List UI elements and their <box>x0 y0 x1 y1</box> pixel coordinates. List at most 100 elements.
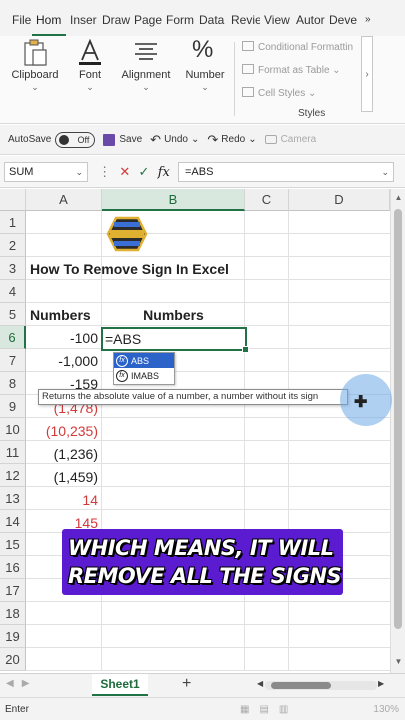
scroll-left-icon[interactable]: ◀ <box>257 679 263 688</box>
row-header-12[interactable]: 12 <box>0 464 26 487</box>
caption-line-2: REMOVE ALL THE SIGNS <box>68 564 342 588</box>
scroll-right-icon[interactable]: ▶ <box>378 679 384 688</box>
row-header-18[interactable]: 18 <box>0 602 26 625</box>
font-group[interactable]: Font ⌄ <box>66 36 114 124</box>
row-header-15[interactable]: 15 <box>0 533 26 556</box>
tab-formulas[interactable]: Form <box>162 0 195 36</box>
header-cell-a[interactable]: Numbers <box>30 304 100 327</box>
cell-styles-button[interactable]: Cell Styles ⌄ <box>242 87 316 99</box>
row-header-14[interactable]: 14 <box>0 510 26 533</box>
row-header-2[interactable]: 2 <box>0 234 26 257</box>
cell-a11[interactable]: (1,236) <box>26 443 101 466</box>
grid-line <box>26 233 390 234</box>
tab-developer[interactable]: Deve <box>325 0 361 36</box>
column-header-c[interactable]: C <box>245 189 289 211</box>
column-header-d[interactable]: D <box>289 189 390 211</box>
cell-a12[interactable]: (1,459) <box>26 466 101 489</box>
confirm-icon[interactable]: ✓ <box>139 164 150 180</box>
chevron-down-icon[interactable]: ⌄ <box>381 163 389 181</box>
name-box[interactable]: SUM ⌄ <box>4 162 88 182</box>
chevron-down-icon[interactable]: ⌄ <box>75 163 83 181</box>
cell-a7[interactable]: -1,000 <box>26 350 101 373</box>
autocomplete-item-abs[interactable]: fx ABS <box>114 353 174 368</box>
camera-button[interactable]: Camera <box>264 134 316 145</box>
sheet-tab-sheet1[interactable]: Sheet1 <box>92 674 148 696</box>
autosave-switch[interactable]: Off <box>55 131 96 148</box>
tab-insert[interactable]: Inser <box>66 0 98 36</box>
conditional-formatting-button[interactable]: Conditional Formattin <box>242 41 353 53</box>
cell-a10[interactable]: (10,235) <box>26 420 101 443</box>
row-header-9[interactable]: 9 <box>0 395 26 418</box>
alignment-group[interactable]: Alignment ⌄ <box>118 36 174 124</box>
formula-input[interactable]: =ABS ⌄ <box>178 162 394 182</box>
row-header-1[interactable]: 1 <box>0 211 26 234</box>
horizontal-scrollbar[interactable]: ◀ ▶ <box>257 679 385 690</box>
tab-view[interactable]: View <box>260 0 292 36</box>
row-header-16[interactable]: 16 <box>0 556 26 579</box>
zoom-level[interactable]: 130% <box>373 704 399 715</box>
tab-automate[interactable]: Autor <box>292 0 325 36</box>
active-cell-text: =ABS <box>105 331 142 347</box>
number-group[interactable]: % Number ⌄ <box>180 36 230 124</box>
row-header-17[interactable]: 17 <box>0 579 26 602</box>
row-header-5[interactable]: 5 <box>0 303 26 326</box>
clipboard-group[interactable]: Clipboard ⌄ <box>8 36 62 124</box>
view-buttons[interactable]: ▦▤▥ <box>240 704 298 715</box>
cancel-icon[interactable]: ✕ <box>119 164 130 180</box>
autosave-state: Off <box>77 134 90 145</box>
tab-file[interactable]: File <box>0 0 32 36</box>
scrollbar-thumb[interactable] <box>271 682 331 689</box>
function-icon: fx <box>116 354 128 367</box>
tab-page-layout[interactable]: Page <box>130 0 162 36</box>
scroll-down-icon[interactable]: ▼ <box>391 657 405 666</box>
tab-home[interactable]: Hom <box>32 0 66 36</box>
formula-text: =ABS <box>185 166 214 178</box>
column-header-b[interactable]: B <box>102 189 245 211</box>
vertical-scrollbar[interactable]: ▲ ▼ <box>390 189 405 673</box>
row-header-8[interactable]: 8 <box>0 372 26 395</box>
row-header-19[interactable]: 19 <box>0 625 26 648</box>
undo-button[interactable]: ↶ Undo ⌄ <box>150 132 199 148</box>
redo-button[interactable]: ↷ Redo ⌄ <box>207 132 256 148</box>
row-header-10[interactable]: 10 <box>0 418 26 441</box>
chevron-down-icon: ⌄ <box>248 134 257 145</box>
format-as-table-button[interactable]: Format as Table ⌄ <box>242 64 341 76</box>
scrollbar-thumb[interactable] <box>394 209 402 629</box>
select-all-corner[interactable] <box>0 189 26 211</box>
save-button[interactable]: Save <box>103 133 142 146</box>
autocomplete-item-imabs[interactable]: fx IMABS <box>114 368 174 383</box>
cell-a6[interactable]: -100 <box>26 327 101 350</box>
tab-draw[interactable]: Draw <box>98 0 130 36</box>
scroll-up-icon[interactable]: ▲ <box>391 193 405 202</box>
row-header-11[interactable]: 11 <box>0 441 26 464</box>
insert-function-icon[interactable]: fx <box>158 165 170 180</box>
clipboard-label: Clipboard <box>11 69 59 81</box>
row-header-7[interactable]: 7 <box>0 349 26 372</box>
add-sheet-button[interactable]: + <box>182 675 191 693</box>
title-cell[interactable]: How To Remove Sign In Excel <box>30 258 260 281</box>
save-icon <box>103 133 116 146</box>
cell-a13[interactable]: 14 <box>26 489 101 512</box>
tab-data[interactable]: Data <box>195 0 227 36</box>
logo-icon <box>106 216 148 252</box>
tab-review[interactable]: Revie <box>227 0 260 36</box>
row-header-3[interactable]: 3 <box>0 257 26 280</box>
row-header-20[interactable]: 20 <box>0 648 26 671</box>
row-header-13[interactable]: 13 <box>0 487 26 510</box>
ribbon-scroll-right-button[interactable]: › <box>361 36 373 112</box>
name-box-value: SUM <box>9 166 34 178</box>
grid-line <box>26 670 390 671</box>
more-options-icon[interactable]: ⋮ <box>98 164 111 180</box>
autosave-toggle[interactable]: AutoSave Off <box>8 131 96 148</box>
caption-line-1: WHICH MEANS, IT WILL <box>68 536 334 560</box>
active-cell-b6[interactable]: =ABS <box>101 327 249 353</box>
format-as-table-label: Format as Table <box>258 65 330 76</box>
tab-more-button[interactable]: » <box>361 0 375 36</box>
column-header-a[interactable]: A <box>26 189 102 211</box>
header-cell-b[interactable]: Numbers <box>102 304 245 327</box>
sheet-nav-arrows[interactable]: ◀▶ <box>6 678 37 689</box>
row-header-6[interactable]: 6 <box>0 326 26 349</box>
camera-icon <box>264 135 277 144</box>
function-autocomplete[interactable]: fx ABS fx IMABS <box>113 352 175 385</box>
row-header-4[interactable]: 4 <box>0 280 26 303</box>
